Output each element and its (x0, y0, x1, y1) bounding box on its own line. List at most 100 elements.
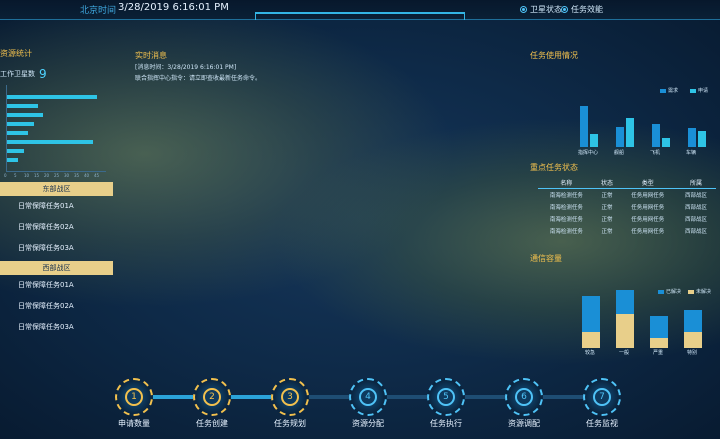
task-item[interactable]: 日常保障任务03A (0, 317, 115, 338)
flow-step-5[interactable]: 5 (427, 378, 465, 416)
legend-swatch (688, 289, 694, 294)
step-icon: 4 (359, 388, 377, 406)
category-label: 舰船 (614, 150, 625, 156)
panel-title: 重点任务状态 (530, 163, 578, 172)
table-cell: 正常 (601, 205, 613, 211)
task-item[interactable]: 日常保障任务03A (0, 238, 115, 259)
toggle-satellite-status[interactable]: 卫星状态 (520, 4, 562, 15)
legend-label: 未解决 (696, 289, 712, 295)
capacity-bar-unsolved (616, 290, 634, 314)
usage-bar-a (616, 127, 624, 147)
table-cell: 正常 (601, 193, 613, 199)
task-item[interactable]: 日常保障任务01A (0, 275, 115, 296)
column-header: 类型 (619, 177, 677, 189)
tick-label: 15 (34, 173, 40, 178)
tick-label: 5 (14, 173, 17, 178)
usage-bar-b (662, 138, 670, 147)
capacity-bar-solved (684, 332, 702, 348)
tick-label: 20 (44, 173, 50, 178)
legend-label: 已解决 (666, 289, 682, 295)
dashboard-screen: 北京时间 3/28/2019 6:16:01 PM 卫星状态 任务效能 资源统计… (0, 0, 720, 439)
satellite-count-row: 工作卫星数 9 (0, 67, 115, 81)
flow-step-label: 资源分配 (352, 419, 384, 428)
category-label: 一般 (619, 350, 630, 356)
capacity-bar-unsolved (650, 316, 668, 338)
realtime-message-panel: 实时消息 [消息时间：3/28/2019 6:16:01 PM] 联合指挥中心指… (135, 50, 295, 83)
flow-connector (309, 395, 349, 399)
step-icon: 2 (203, 388, 221, 406)
chart-bar (7, 140, 93, 144)
step-icon: 5 (437, 388, 455, 406)
time-label: 北京时间 (80, 6, 117, 16)
flow-step-label: 任务创建 (196, 419, 228, 428)
legend-item: 申请 (690, 87, 708, 94)
step-icon: 7 (593, 388, 611, 406)
chart-bar (7, 149, 24, 153)
capacity-bar-unsolved (582, 296, 600, 332)
usage-bar-b (590, 134, 598, 147)
chart-bar (7, 95, 97, 99)
step-icon: 3 (281, 388, 299, 406)
category-label: 车辆 (686, 150, 697, 156)
table-row[interactable]: 南海检测任务 正常 任务用网任务 西部战区 (538, 213, 716, 225)
region-header[interactable]: 西部战区 (0, 261, 113, 275)
usage-bar-a (580, 106, 588, 147)
legend-item: 需求 (660, 87, 678, 94)
flow-step-label: 资源调配 (508, 419, 540, 428)
capacity-bar-unsolved (684, 310, 702, 332)
table-cell: 正常 (601, 229, 613, 235)
table-row[interactable]: 南海检测任务 正常 任务用网任务 西部战区 (538, 225, 716, 237)
task-item[interactable]: 日常保障任务02A (0, 296, 115, 317)
table-cell: 任务用网任务 (631, 193, 665, 199)
tick-label: 35 (74, 173, 80, 178)
tick-label: 45 (94, 173, 100, 178)
flow-step-label: 任务监视 (586, 419, 618, 428)
flow-step-label: 任务执行 (430, 419, 462, 428)
toggle-label: 卫星状态 (530, 5, 562, 14)
toggle-label: 任务效能 (571, 5, 603, 14)
flow-step-1[interactable]: 1 (115, 378, 153, 416)
task-usage-panel: 任务使用情况 需求 申请 指挥中心 舰船 飞机 车辆 (530, 50, 720, 157)
column-header: 所属 (676, 177, 716, 189)
column-header: 状态 (594, 177, 620, 189)
tick-label: 40 (84, 173, 90, 178)
flow-step-2[interactable]: 2 (193, 378, 231, 416)
legend-swatch (658, 289, 664, 294)
chart-bar (7, 158, 18, 162)
panel-title: 实时消息 (135, 51, 167, 60)
table-cell: 正常 (601, 217, 613, 223)
flow-step-6[interactable]: 6 (505, 378, 543, 416)
table-cell: 西部战区 (685, 205, 708, 211)
chart-bar (7, 131, 28, 135)
flow-connector (153, 395, 193, 399)
tick-label: 0 (4, 173, 7, 178)
task-item[interactable]: 日常保障任务01A (0, 196, 115, 217)
key-task-status-panel: 重点任务状态 名称 状态 类型 所属 南海检测任务 正常 任务用网任务 西部战区 南海检… (530, 162, 720, 237)
capacity-stacked-chart: 已解决 未解决 较急 一般 严重 特别 (530, 268, 718, 358)
flow-step-4[interactable]: 4 (349, 378, 387, 416)
legend-label: 需求 (668, 88, 679, 94)
table-header-row: 名称 状态 类型 所属 (538, 177, 716, 189)
usage-bar-chart: 需求 申请 指挥中心 舰船 飞机 车辆 (530, 67, 718, 157)
count-value: 9 (39, 67, 47, 81)
flow-step-3[interactable]: 3 (271, 378, 309, 416)
panel-title: 任务使用情况 (530, 51, 578, 60)
step-icon: 6 (515, 388, 533, 406)
legend-swatch (690, 88, 696, 93)
step-icon: 1 (125, 388, 143, 406)
legend-item: 未解决 (688, 288, 711, 295)
flow-step-7[interactable]: 7 (583, 378, 621, 416)
legend-swatch (660, 88, 666, 93)
satellite-bar-chart: 0 5 10 15 20 25 30 35 40 45 (0, 85, 110, 180)
region-list: 东部战区 日常保障任务01A 日常保障任务02A 日常保障任务03A 西部战区 日常保障任… (0, 182, 115, 338)
task-item[interactable]: 日常保障任务02A (0, 217, 115, 238)
region-header[interactable]: 东部战区 (0, 182, 113, 196)
table-cell: 南海检测任务 (549, 229, 583, 235)
category-label: 指挥中心 (578, 150, 599, 156)
table-row[interactable]: 南海检测任务 正常 任务用网任务 西部战区 (538, 201, 716, 213)
panel-title: 资源统计 (0, 49, 32, 58)
toggle-task-efficiency[interactable]: 任务效能 (561, 4, 603, 15)
category-label: 特别 (687, 350, 698, 356)
table-row[interactable]: 南海检测任务 正常 任务用网任务 西部战区 (538, 189, 716, 202)
column-header: 名称 (538, 177, 595, 189)
